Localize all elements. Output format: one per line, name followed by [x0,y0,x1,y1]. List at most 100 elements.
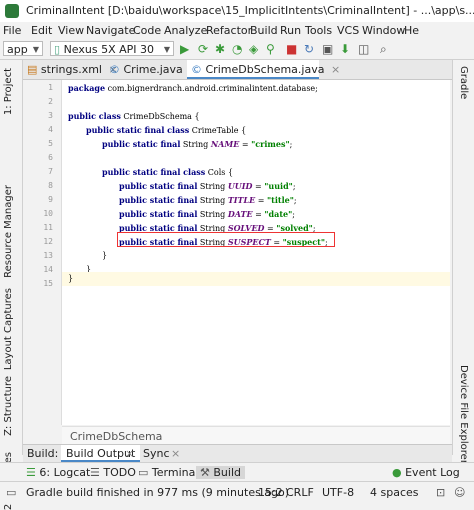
menu-vcs[interactable]: VCS [337,24,359,37]
avd-manager-icon[interactable]: ▣ [322,42,333,56]
module-select-label: app [7,43,28,56]
line-number: 15 [43,279,53,288]
editor-tabs: ▤ strings.xml × © Crime.java × © CrimeDb… [23,60,452,80]
menu-window[interactable]: Window [362,24,405,37]
chevron-down-icon: ▼ [32,45,39,54]
right-tool-strip: Gradle Device File Explorer [452,60,474,464]
code-editor[interactable]: package com.bignerdranch.android.crimina… [62,80,450,425]
line-separator[interactable]: CRLF [286,486,314,499]
code-line: public class CrimeDbSchema { [68,111,200,121]
line-number: 2 [48,97,53,106]
line-number: 1 [48,83,53,92]
java-class-icon: © [191,63,202,76]
menu-tools[interactable]: Tools [305,24,332,37]
tab-sync[interactable]: Sync [143,447,170,460]
terminal-icon: ▭ [138,466,149,479]
android-studio-icon [5,4,19,18]
menu-run[interactable]: Run [280,24,301,37]
code-line: public static final class Cols { [102,167,234,177]
build-label: Build: [27,447,59,460]
line-number: 3 [48,111,53,120]
line-number: 4 [48,125,53,134]
build-toolwindow-header: Build: Build Output × Sync × [23,444,452,463]
file-encoding[interactable]: UTF-8 [322,486,354,499]
java-class-icon: © [109,63,120,76]
sdk-manager-icon[interactable]: ⬇ [340,42,350,56]
code-line: public static final class CrimeTable { [86,125,247,135]
indent-setting[interactable]: 4 spaces [370,486,419,499]
profile-icon[interactable]: ☺ [454,486,465,499]
sync-gradle-icon[interactable]: ↻ [304,42,314,56]
code-line: public static final String TITLE = "titl… [119,195,297,205]
module-select[interactable]: app ▼ [3,41,43,56]
title-bar: CriminalIntent [D:\baidu\workspace\15_Im… [0,0,474,23]
lock-icon[interactable]: ⊡ [436,486,445,499]
todo-icon: ☰ [90,466,100,479]
close-icon[interactable]: × [171,447,180,460]
project-tool-tab[interactable]: 1: Project [3,68,14,115]
menu-help[interactable]: He [404,24,419,37]
code-line: public static final String NAME = "crime… [102,139,293,149]
apply-changes-icon[interactable]: ⟳ [198,42,208,56]
code-line: } [102,251,108,260]
line-number: 5 [48,139,53,148]
search-icon[interactable]: ⌕ [380,42,387,56]
logcat-icon: ☰ [26,466,36,479]
device-file-explorer-tool-tab[interactable]: Device File Explorer [458,365,469,464]
status-bar: ▭ Gradle build finished in 977 ms (9 min… [0,481,474,503]
build-tool-tab[interactable]: ⚒ Build [196,466,245,479]
code-line: } [68,274,74,283]
tab-label: strings.xml [40,63,102,76]
close-icon[interactable]: × [125,447,134,460]
menu-navigate[interactable]: Navigate [86,24,135,37]
menu-build[interactable]: Build [250,24,278,37]
breadcrumb[interactable]: CrimeDbSchema [62,426,450,445]
device-select[interactable]: ▯ Nexus 5X API 30 x86 ▼ [50,41,174,71]
line-number: 9 [48,195,53,204]
breadcrumb-label: CrimeDbSchema [70,430,163,443]
terminal-tool-tab[interactable]: ▭ Terminal [138,466,198,479]
menu-refactor[interactable]: Refactor [206,24,252,37]
attach-debugger-icon[interactable]: ⚲ [266,42,275,56]
event-log-tool-tab[interactable]: ● Event Log [392,466,460,479]
left-tool-strip: 1: Project Resource Manager Layout Captu… [0,60,23,510]
profile-icon[interactable]: ◔ [232,42,242,56]
bottom-tool-tabs: ☰ 6: Logcat ☰ TODO ▭ Terminal ⚒ Build ● … [0,462,474,482]
tab-crime-java[interactable]: © Crime.java × [105,60,199,79]
todo-tool-tab[interactable]: ☰ TODO [90,466,136,479]
line-number: 12 [43,237,53,246]
caret-position[interactable]: 15:2 [258,486,283,499]
resource-manager-tool-tab[interactable]: Resource Manager [3,185,14,278]
gradle-tool-tab[interactable]: Gradle [458,66,469,99]
coverage-icon[interactable]: ◈ [249,42,258,56]
status-message[interactable]: Gradle build finished in 977 ms (9 minut… [26,486,289,499]
layout-captures-tool-tab[interactable]: Layout Captures [3,288,14,370]
line-number: 13 [43,251,53,260]
line-number: 7 [48,167,53,176]
menu-view[interactable]: View [58,24,84,37]
code-line: package com.bignerdranch.android.crimina… [68,83,318,93]
caret-line-highlight: } [62,272,450,286]
debug-icon[interactable]: ✱ [215,42,225,56]
run-icon[interactable]: ▶ [180,42,189,56]
menu-bar: File Edit View Navigate Code Analyze Ref… [0,22,474,39]
tab-strings-xml[interactable]: ▤ strings.xml × [23,60,118,79]
layout-inspector-icon[interactable]: ◫ [358,42,369,56]
tab-label: CrimeDbSchema.java [205,63,325,76]
line-number: 11 [43,223,53,232]
stop-icon[interactable]: ■ [286,42,297,56]
chevron-down-icon: ▼ [163,45,170,54]
code-line: public static final String UUID = "uuid"… [119,181,296,191]
menu-analyze[interactable]: Analyze [164,24,207,37]
menu-file[interactable]: File [3,24,21,37]
toolbar: app ▼ ▯ Nexus 5X API 30 x86 ▼ ▶ ⟳ ✱ ◔ ◈ … [0,39,474,71]
menu-code[interactable]: Code [133,24,161,37]
status-icon: ▭ [6,486,17,499]
tab-crimedbschema-java[interactable]: © CrimeDbSchema.java × [187,60,340,79]
menu-edit[interactable]: Edit [31,24,52,37]
hammer-icon: ⚒ [200,466,210,479]
window-title: CriminalIntent [D:\baidu\workspace\15_Im… [26,4,474,17]
close-icon[interactable]: × [331,63,340,76]
structure-tool-tab[interactable]: Z: Structure [3,376,14,436]
logcat-tool-tab[interactable]: ☰ 6: Logcat [26,466,90,479]
